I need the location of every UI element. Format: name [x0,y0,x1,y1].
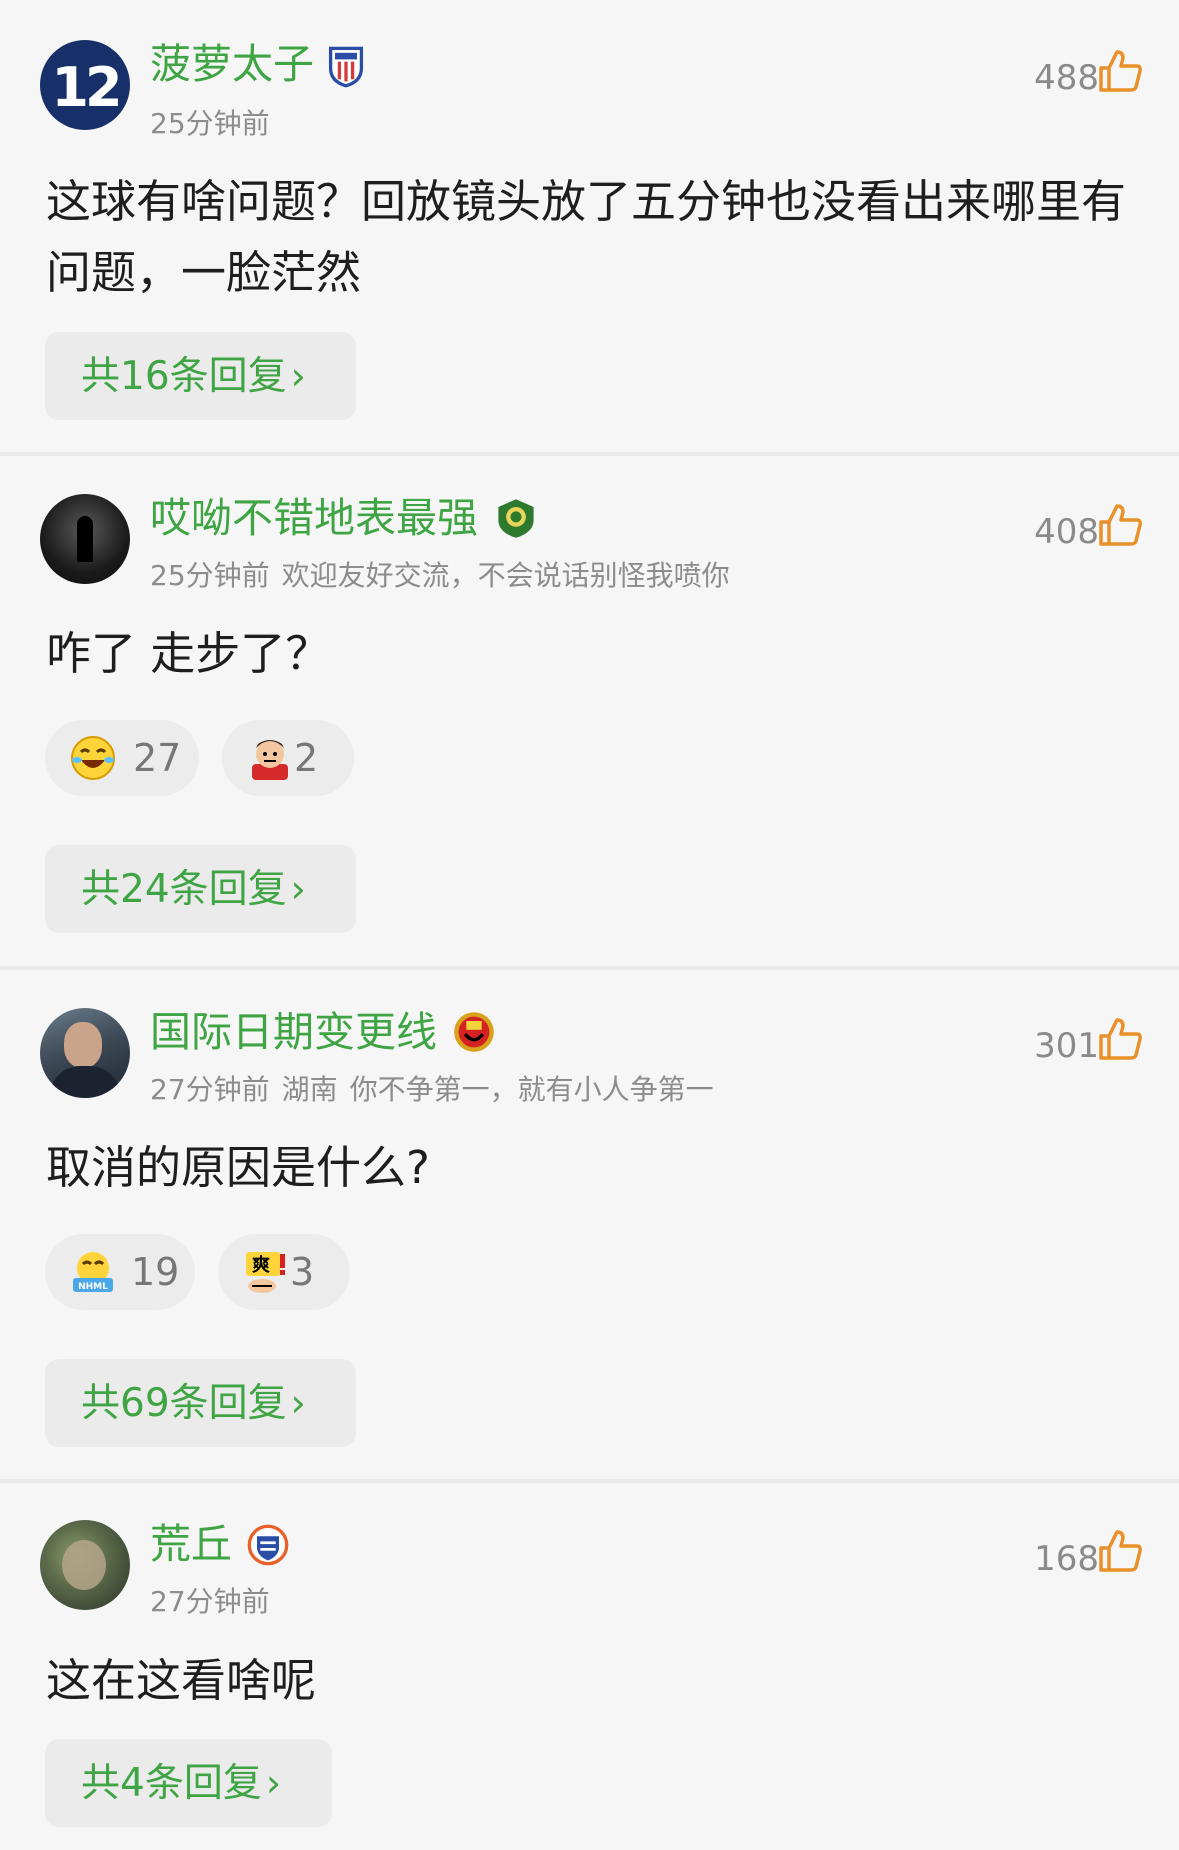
username[interactable]: 菠萝太子 [150,44,314,85]
like-count: 168 [1034,1539,1099,1579]
svg-text:NHML: NHML [78,1282,108,1292]
reaction-count: 27 [133,736,182,780]
manchester-united-badge-icon [454,1012,494,1052]
comment-time: 27分钟前 [150,1585,270,1618]
username[interactable]: 荒丘 [150,1524,232,1565]
avatar[interactable] [40,494,130,584]
reaction-pill[interactable]: 爽 3 [218,1234,350,1310]
comment-meta: 27分钟前 湖南 你不争第一，就有小人争第一 [150,1068,726,1108]
comment-meta: 25分钟前 [150,102,282,142]
like-count: 301 [1034,1026,1099,1066]
comment-text: 这球有啥问题？回放镜头放了五分钟也没看出来哪里有问题，一脸茫然 [46,175,1127,299]
comment-item: 哎呦不错地表最强 25分钟前 欢迎友好交流，不会说话别怪我喷你 408 咋了 走步… [0,456,1179,966]
chevron-right-icon: › [290,1381,306,1425]
view-replies-button[interactable]: 共4条回复 › [45,1739,332,1827]
reaction-count: 3 [290,1250,315,1294]
reaction-count: 19 [131,1250,180,1294]
thumbs-up-icon[interactable] [1097,1528,1143,1574]
reply-count-label: 共16条回复 [81,354,287,399]
red-cartoon-face-emoji-icon [252,740,288,780]
comment-time: 25分钟前 [150,559,270,592]
avatar[interactable]: 12 [40,40,130,130]
avatar-face-icon [64,1022,102,1068]
comment-text: 取消的原因是什么? [46,1141,430,1194]
user-signature: 你不争第一，就有小人争第一 [349,1073,714,1106]
comment-time: 25分钟前 [150,107,270,140]
thumbs-up-icon[interactable] [1097,502,1143,548]
view-replies-button[interactable]: 共16条回复 › [45,332,356,420]
comment-item: 国际日期变更线 27分钟前 湖南 你不争第一，就有小人争第一 301 取消的原因是什… [0,970,1179,1479]
team-shield-badge-icon [247,1524,289,1566]
chevron-right-icon: › [290,354,306,398]
like-count: 488 [1034,58,1099,98]
avatar-face-icon [62,1540,106,1590]
avatar[interactable] [40,1520,130,1610]
comment-text: 这在这看啥呢 [46,1654,317,1707]
user-signature: 欢迎友好交流，不会说话别怪我喷你 [281,559,730,592]
comment-item: 12 菠萝太子 25分钟前 488 这球有啥问题？回放镜头放了五分钟也没看出来哪… [0,0,1179,452]
chevron-right-icon: › [290,867,306,911]
avatar[interactable] [40,1008,130,1098]
avatar-suit [50,1066,120,1098]
avatar-number: 12 [51,56,122,119]
like-count: 408 [1034,512,1099,552]
comment-time: 27分钟前 [150,1073,270,1106]
comment-item: 荒丘 27分钟前 168 这在这看啥呢 共4条回复 › [0,1483,1179,1850]
reply-count-label: 共4条回复 [81,1761,262,1806]
comment-feed: 12 菠萝太子 25分钟前 488 这球有啥问题？回放镜头放了五分钟也没看出来哪… [0,0,1179,1850]
thumbs-up-icon[interactable] [1097,1016,1143,1062]
username[interactable]: 哎呦不错地表最强 [150,498,478,539]
reply-count-label: 共24条回复 [81,867,287,912]
thumbs-up-icon[interactable] [1097,48,1143,94]
comment-meta: 27分钟前 [150,1580,282,1620]
shenhua-team-badge-icon [328,46,364,88]
reaction-pill[interactable]: 27 [45,720,199,796]
guoan-team-badge-icon [498,499,534,538]
reaction-pill[interactable]: NHML 19 [45,1234,195,1310]
chevron-right-icon: › [265,1761,282,1805]
reply-count-label: 共69条回复 [81,1381,287,1426]
view-replies-button[interactable]: 共69条回复 › [45,1359,356,1447]
avatar-figure-icon [77,516,93,562]
view-replies-button[interactable]: 共24条回复 › [45,845,356,933]
comment-meta: 25分钟前 欢迎友好交流，不会说话别怪我喷你 [150,554,742,594]
username[interactable]: 国际日期变更线 [150,1012,437,1053]
reaction-pill[interactable]: 2 [222,720,354,796]
laughing-tears-emoji-icon [71,736,115,780]
user-location: 湖南 [281,1073,338,1106]
reaction-count: 2 [294,736,319,780]
comment-text: 咋了 走步了？ [46,627,331,680]
nhml-crying-emoji-icon: NHML [73,1252,113,1292]
svg-text:爽: 爽 [252,1255,270,1276]
shuang-emoji-icon: 爽 [246,1252,285,1293]
